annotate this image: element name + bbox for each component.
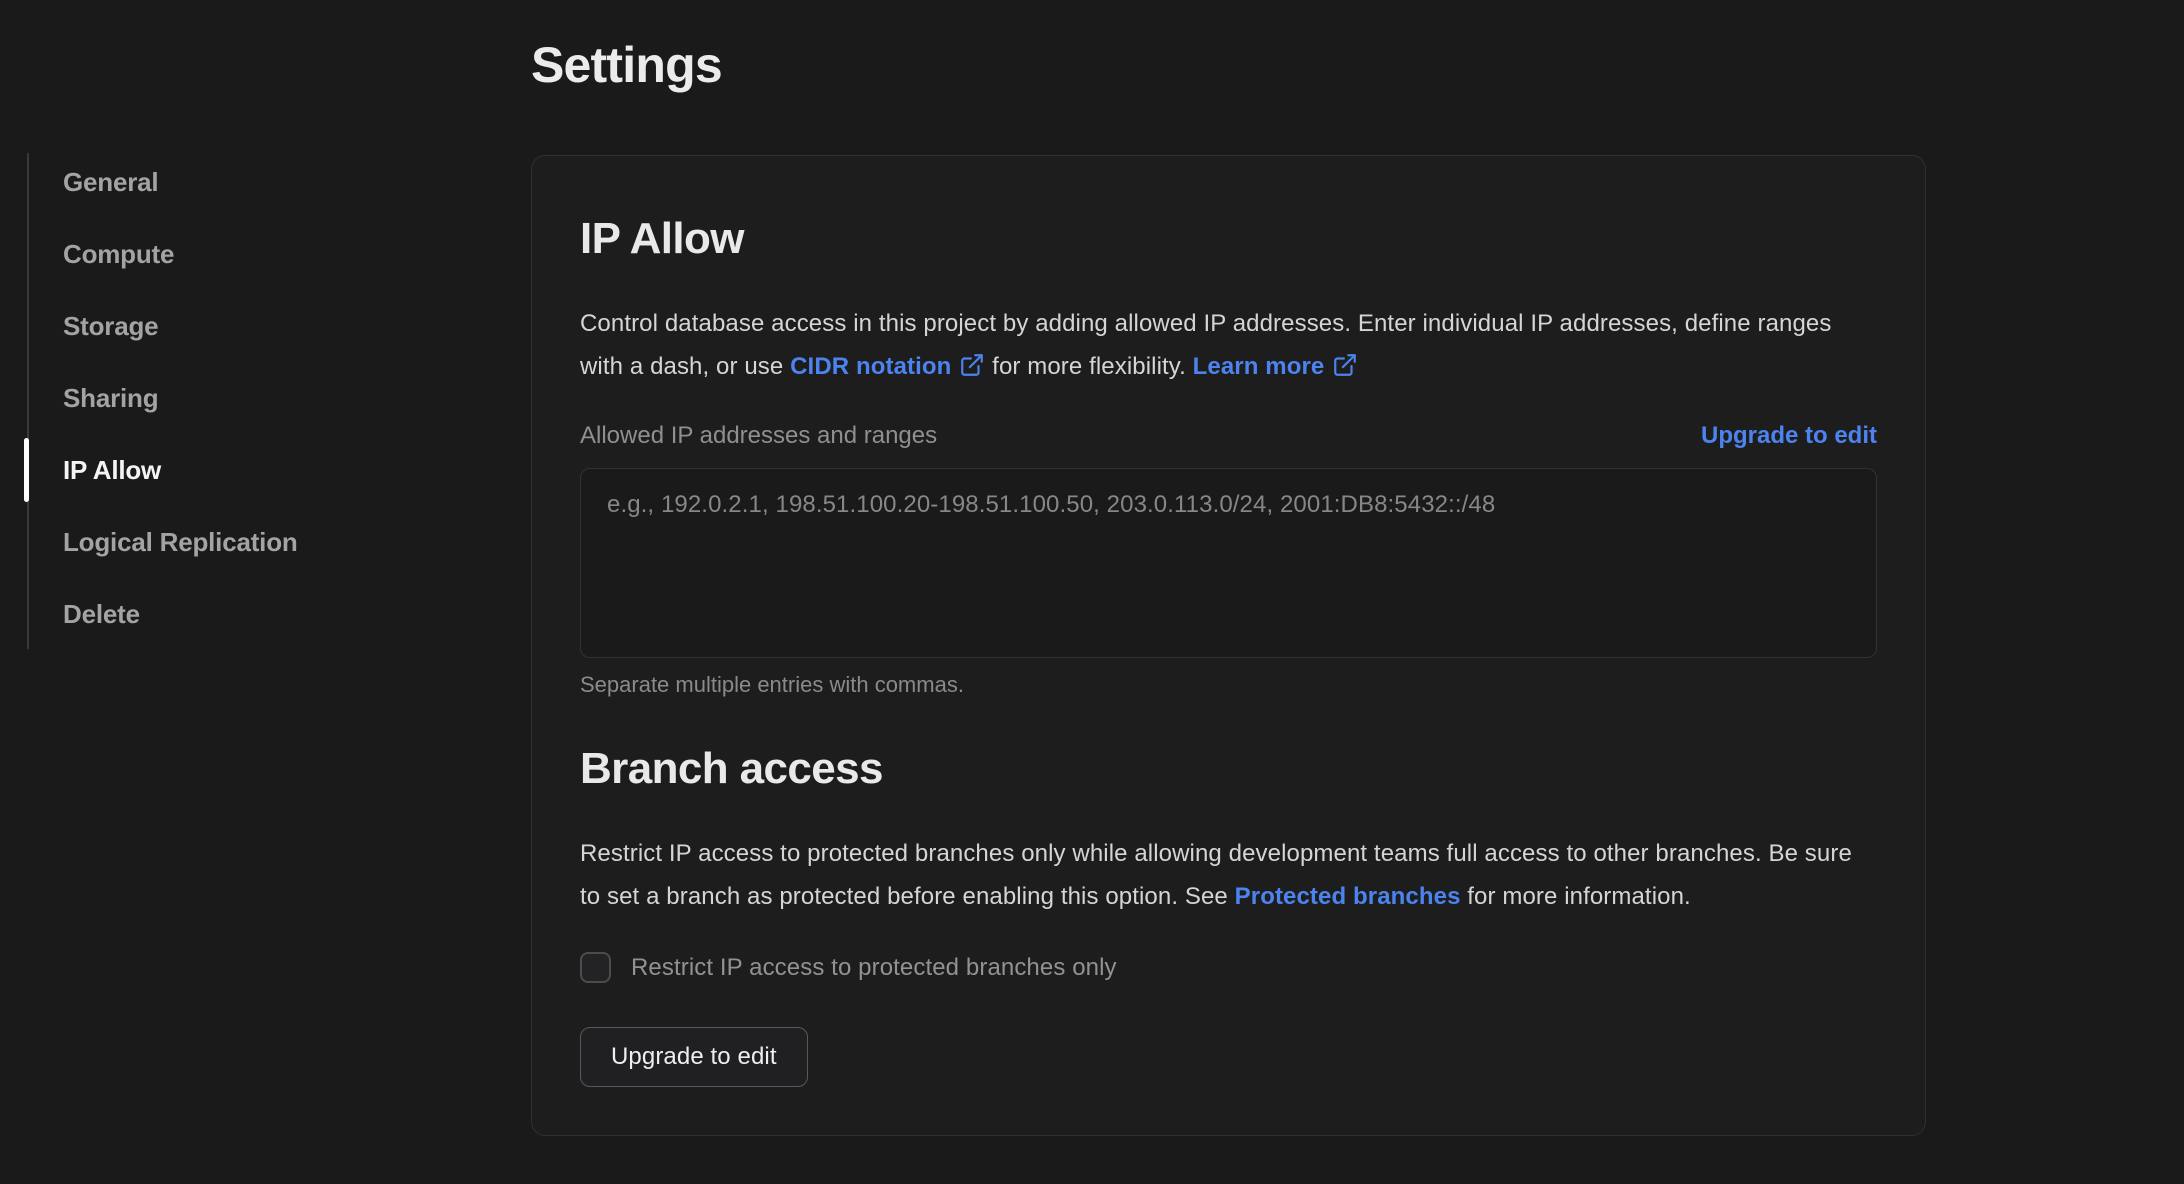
- branch-access-description: Restrict IP access to protected branches…: [580, 832, 1877, 918]
- branch-access-heading: Branch access: [580, 744, 883, 793]
- settings-page: Settings General Compute Storage Sharing…: [0, 0, 2184, 1184]
- upgrade-to-edit-link[interactable]: Upgrade to edit: [1701, 422, 1877, 450]
- ip-field-label: Allowed IP addresses and ranges: [580, 422, 938, 449]
- restrict-ip-checkbox-row[interactable]: Restrict IP access to protected branches…: [580, 952, 1877, 983]
- learn-more-link-label: Learn more: [1192, 353, 1325, 380]
- cidr-notation-link[interactable]: CIDR notation: [790, 353, 985, 380]
- sidebar-item-sharing[interactable]: Sharing: [63, 383, 497, 413]
- settings-sidebar: General Compute Storage Sharing IP Allow…: [24, 153, 497, 649]
- ip-field-header: Allowed IP addresses and ranges Upgrade …: [580, 422, 1877, 450]
- sidebar-item-compute[interactable]: Compute: [63, 239, 497, 269]
- settings-nav: General Compute Storage Sharing IP Allow…: [24, 153, 497, 649]
- ip-field-helper: Separate multiple entries with commas.: [580, 672, 964, 697]
- allowed-ip-textarea[interactable]: [580, 468, 1877, 658]
- restrict-ip-checkbox-label: Restrict IP access to protected branches…: [631, 953, 1117, 981]
- sidebar-item-storage[interactable]: Storage: [63, 311, 497, 341]
- upgrade-to-edit-button[interactable]: Upgrade to edit: [580, 1027, 808, 1087]
- restrict-ip-checkbox[interactable]: [580, 952, 611, 983]
- ip-allow-description: Control database access in this project …: [580, 302, 1877, 388]
- cidr-notation-link-label: CIDR notation: [790, 353, 952, 380]
- ip-allow-desc-text-2: for more flexibility.: [985, 353, 1193, 380]
- learn-more-link[interactable]: Learn more: [1193, 353, 1359, 380]
- external-link-icon: [961, 354, 984, 376]
- sidebar-item-general[interactable]: General: [63, 167, 497, 197]
- external-link-icon: [1334, 354, 1357, 376]
- sidebar-item-ip-allow[interactable]: IP Allow: [24, 438, 497, 502]
- ip-allow-card: IP Allow Control database access in this…: [531, 155, 1926, 1136]
- page-title: Settings: [531, 37, 723, 93]
- sidebar-item-delete[interactable]: Delete: [63, 599, 497, 629]
- sidebar-item-logical-replication[interactable]: Logical Replication: [63, 527, 497, 557]
- protected-branches-link[interactable]: Protected branches: [1235, 883, 1461, 910]
- branch-access-desc-text-2: for more information.: [1460, 883, 1691, 910]
- ip-allow-heading: IP Allow: [580, 214, 745, 263]
